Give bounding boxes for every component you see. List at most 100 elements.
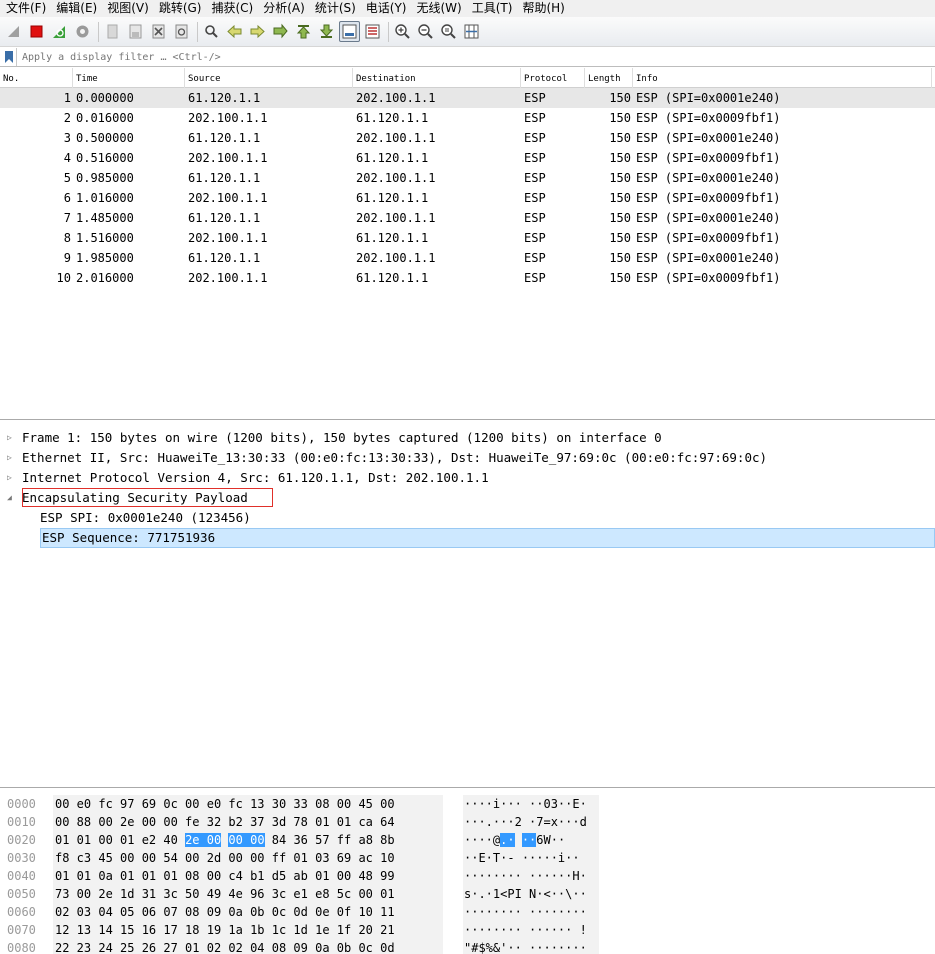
bookmark-icon[interactable] — [1, 48, 17, 66]
hex-bytes[interactable]: 01 01 0a 01 01 01 08 00 c4 b1 d5 ab 01 0… — [53, 867, 443, 885]
expanded-triangle-icon[interactable]: ◢ — [7, 488, 12, 508]
menu-item[interactable]: 工具(T) — [468, 0, 519, 17]
packet-proto: ESP — [524, 171, 546, 185]
restart-capture-icon[interactable] — [49, 21, 70, 42]
hex-bytes[interactable]: 01 01 00 01 e2 40 2e 00 00 00 84 36 57 f… — [53, 831, 443, 849]
column-header[interactable]: No. — [0, 68, 73, 88]
detail-text: ESP SPI: 0x0001e240 (123456) — [40, 510, 251, 525]
hex-bytes[interactable]: 22 23 24 25 26 27 01 02 02 04 08 09 0a 0… — [53, 939, 443, 954]
zoom-normal-icon[interactable] — [438, 21, 459, 42]
zoom-in-icon[interactable] — [392, 21, 413, 42]
column-header[interactable]: Time — [73, 68, 185, 88]
capture-options-gear-icon[interactable] — [72, 21, 93, 42]
collapsed-triangle-icon[interactable]: ▷ — [7, 428, 12, 448]
hex-ascii[interactable]: ····@.· ··6W·· — [463, 831, 599, 849]
packet-row[interactable]: 4 0.516000 202.100.1.1 61.120.1.1 ESP 150 ESP … — [0, 148, 935, 168]
hex-row[interactable]: 0050 73 00 2e 1d 31 3c 50 49 4e 96 3c e1 … — [0, 885, 935, 903]
menu-item[interactable]: 视图(V) — [103, 0, 155, 17]
hex-row[interactable]: 0080 22 23 24 25 26 27 01 02 02 04 08 09 … — [0, 939, 935, 954]
hex-bytes[interactable]: 12 13 14 15 16 17 18 19 1a 1b 1c 1d 1e 1… — [53, 921, 443, 939]
stop-capture-icon[interactable] — [26, 21, 47, 42]
menu-item[interactable]: 文件(F) — [2, 0, 52, 17]
hex-bytes-selected: 2e 00 — [185, 833, 222, 847]
packet-info: ESP (SPI=0x0009fbf1) — [636, 231, 781, 245]
hex-row[interactable]: 0060 02 03 04 05 06 07 08 09 0a 0b 0c 0d … — [0, 903, 935, 921]
hex-ascii[interactable]: ········ ······ ! — [463, 921, 599, 939]
hex-row[interactable]: 0040 01 01 0a 01 01 01 08 00 c4 b1 d5 ab … — [0, 867, 935, 885]
packet-row[interactable]: 2 0.016000 202.100.1.1 61.120.1.1 ESP 150 ESP … — [0, 108, 935, 128]
packet-row[interactable]: 3 0.500000 61.120.1.1 202.100.1.1 ESP 150 ESP … — [0, 128, 935, 148]
menu-item[interactable]: 帮助(H) — [518, 0, 570, 17]
detail-row[interactable]: ESP Sequence: 771751936 — [0, 528, 935, 548]
save-file-icon[interactable] — [125, 21, 146, 42]
menu-item[interactable]: 电话(Y) — [362, 0, 413, 17]
column-header[interactable]: Destination — [353, 68, 521, 88]
packet-row[interactable]: 7 1.485000 61.120.1.1 202.100.1.1 ESP 150 ESP … — [0, 208, 935, 228]
detail-row[interactable]: ▷ Frame 1: 150 bytes on wire (1200 bits),… — [0, 428, 935, 448]
hex-bytes-first: 01 01 00 01 e2 40 — [55, 833, 178, 847]
go-to-packet-icon[interactable] — [270, 21, 291, 42]
menu-item[interactable]: 跳转(G) — [155, 0, 208, 17]
shark-fin-start-icon[interactable] — [3, 21, 24, 42]
packet-row[interactable]: 5 0.985000 61.120.1.1 202.100.1.1 ESP 150 ESP … — [0, 168, 935, 188]
menu-item[interactable]: 分析(A) — [259, 0, 311, 17]
reload-file-icon[interactable] — [171, 21, 192, 42]
column-header[interactable]: Protocol — [521, 68, 585, 88]
detail-text: Frame 1: 150 bytes on wire (1200 bits), … — [22, 430, 662, 445]
auto-scroll-icon[interactable] — [339, 21, 360, 42]
hex-row[interactable]: 0000 00 e0 fc 97 69 0c 00 e0 fc 13 30 33 … — [0, 795, 935, 813]
find-packet-icon[interactable] — [201, 21, 222, 42]
hex-bytes[interactable]: f8 c3 45 00 00 54 00 2d 00 00 ff 01 03 6… — [53, 849, 443, 867]
hex-ascii[interactable]: s·.·1<PI N·<··\·· — [463, 885, 599, 903]
column-header[interactable]: Source — [185, 68, 353, 88]
column-header[interactable]: Length — [585, 68, 633, 88]
last-packet-icon[interactable] — [316, 21, 337, 42]
resize-columns-icon[interactable] — [461, 21, 482, 42]
hex-ascii[interactable]: "#$%&'·· ········ — [463, 939, 599, 954]
hex-row[interactable]: 0010 00 88 00 2e 00 00 fe 32 b2 37 3d 78 … — [0, 813, 935, 831]
display-filter-input[interactable] — [17, 51, 917, 63]
colorize-icon[interactable] — [362, 21, 383, 42]
detail-row[interactable]: ESP SPI: 0x0001e240 (123456) — [0, 508, 935, 528]
hex-ascii[interactable]: ··E·T·- ·····i·· — [463, 849, 599, 867]
packet-row[interactable]: 8 1.516000 202.100.1.1 61.120.1.1 ESP 150 ESP … — [0, 228, 935, 248]
go-forward-icon[interactable] — [247, 21, 268, 42]
open-file-icon[interactable] — [102, 21, 123, 42]
collapsed-triangle-icon[interactable]: ▷ — [7, 468, 12, 488]
hex-bytes-first: 22 23 24 25 26 27 01 02 — [55, 941, 222, 954]
hex-ascii[interactable]: ········ ········ — [463, 903, 599, 921]
packet-row[interactable]: 6 1.016000 202.100.1.1 61.120.1.1 ESP 150 ESP … — [0, 188, 935, 208]
detail-row[interactable]: ◢ Encapsulating Security Payload — [0, 488, 935, 508]
hex-bytes[interactable]: 02 03 04 05 06 07 08 09 0a 0b 0c 0d 0e 0… — [53, 903, 443, 921]
hex-bytes[interactable]: 00 e0 fc 97 69 0c 00 e0 fc 13 30 33 08 0… — [53, 795, 443, 813]
hex-bytes[interactable]: 73 00 2e 1d 31 3c 50 49 4e 96 3c e1 e8 5… — [53, 885, 443, 903]
hex-ascii[interactable]: ········ ······H· — [463, 867, 599, 885]
menu-item[interactable]: 编辑(E) — [52, 0, 103, 17]
go-back-icon[interactable] — [224, 21, 245, 42]
packet-no: 5 — [63, 171, 71, 185]
packet-len: 150 — [609, 131, 631, 145]
hex-row[interactable]: 0030 f8 c3 45 00 00 54 00 2d 00 00 ff 01 … — [0, 849, 935, 867]
ascii-first: ········ — [464, 869, 522, 883]
packet-list-header: No. Time Source Destination Protocol Length In… — [0, 68, 935, 88]
menu-item[interactable]: 无线(W) — [413, 0, 468, 17]
packet-row[interactable]: 9 1.985000 61.120.1.1 202.100.1.1 ESP 150 ESP … — [0, 248, 935, 268]
hex-bytes[interactable]: 00 88 00 2e 00 00 fe 32 b2 37 3d 78 01 0… — [53, 813, 443, 831]
detail-row[interactable]: ▷ Ethernet II, Src: HuaweiTe_13:30:33 (00… — [0, 448, 935, 468]
zoom-out-icon[interactable] — [415, 21, 436, 42]
hex-row[interactable]: 0020 01 01 00 01 e2 40 2e 00 00 00 84 36 … — [0, 831, 935, 849]
packet-row[interactable]: 10 2.016000 202.100.1.1 61.120.1.1 ESP 150 ESP… — [0, 268, 935, 288]
packet-dst: 202.100.1.1 — [356, 91, 436, 105]
first-packet-icon[interactable] — [293, 21, 314, 42]
column-header[interactable]: Info — [633, 68, 932, 88]
detail-row[interactable]: ▷ Internet Protocol Version 4, Src: 61.12… — [0, 468, 935, 488]
hex-ascii[interactable]: ···.···2 ·7=x···d — [463, 813, 599, 831]
menu-item[interactable]: 统计(S) — [311, 0, 362, 17]
menu-item[interactable]: 捕获(C) — [207, 0, 259, 17]
hex-ascii[interactable]: ····i··· ··03··E· — [463, 795, 599, 813]
close-file-icon[interactable] — [148, 21, 169, 42]
collapsed-triangle-icon[interactable]: ▷ — [7, 448, 12, 468]
packet-time: 0.500000 — [76, 131, 134, 145]
hex-row[interactable]: 0070 12 13 14 15 16 17 18 19 1a 1b 1c 1d … — [0, 921, 935, 939]
packet-row[interactable]: 1 0.000000 61.120.1.1 202.100.1.1 ESP 150 ESP … — [0, 88, 935, 108]
